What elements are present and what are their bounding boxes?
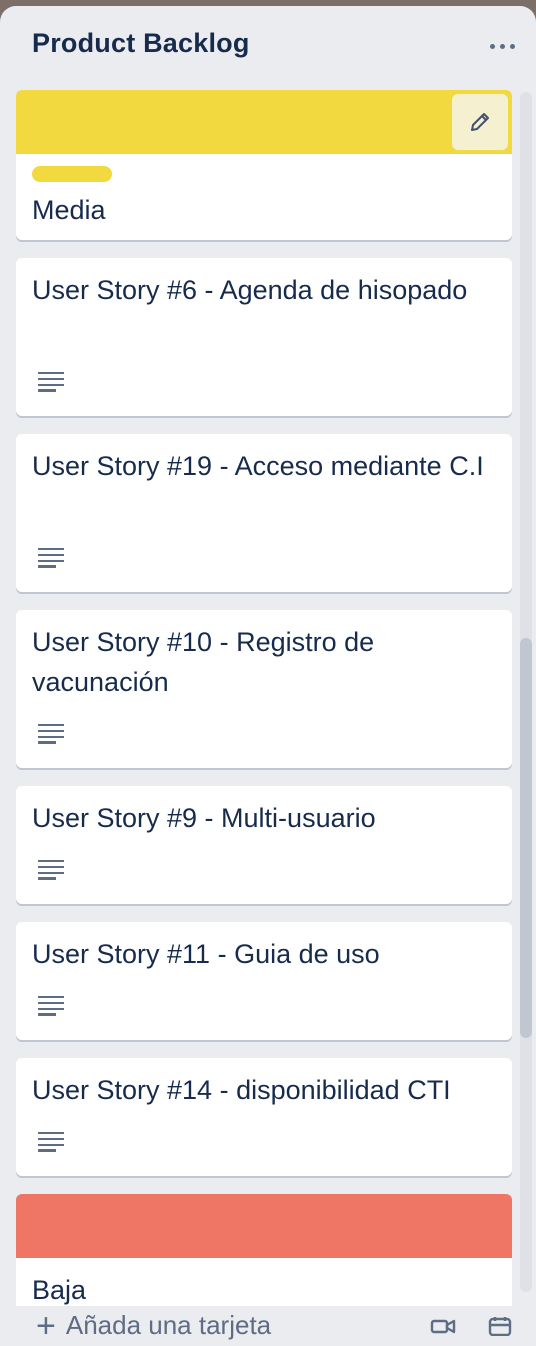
pencil-icon bbox=[471, 113, 489, 131]
card-title: User Story #6 - Agenda de hisopado bbox=[32, 275, 468, 305]
card-user-story-6[interactable]: User Story #6 - Agenda de hisopado bbox=[16, 258, 512, 416]
card-user-story-14[interactable]: User Story #14 - disponibilidad CTI bbox=[16, 1058, 512, 1176]
card-user-story-19[interactable]: User Story #19 - Acceso mediante C.I bbox=[16, 434, 512, 592]
description-icon bbox=[38, 860, 64, 880]
add-card-label: Añada una tarjeta bbox=[65, 1310, 272, 1340]
description-icon bbox=[38, 548, 64, 568]
card-title: User Story #10 - Registro de vacunación bbox=[32, 627, 375, 697]
card-template-icon[interactable] bbox=[487, 1316, 513, 1336]
card-list: Media User Story #6 - Agenda de hisopado… bbox=[0, 6, 536, 1334]
description-icon bbox=[38, 724, 64, 744]
card-user-story-9[interactable]: User Story #9 - Multi-usuario bbox=[16, 786, 512, 904]
card-title: User Story #19 - Acceso mediante C.I bbox=[32, 451, 484, 481]
card-media[interactable]: Media bbox=[16, 90, 512, 240]
card-title: Baja bbox=[32, 1275, 87, 1305]
card-title: Media bbox=[32, 195, 106, 225]
plus-icon: + bbox=[36, 1306, 56, 1345]
card-cover bbox=[16, 1194, 512, 1258]
description-icon bbox=[38, 996, 64, 1016]
card-label[interactable] bbox=[32, 166, 112, 182]
card-user-story-10[interactable]: User Story #10 - Registro de vacunación bbox=[16, 610, 512, 768]
card-title: User Story #9 - Multi-usuario bbox=[32, 803, 376, 833]
card-title: User Story #14 - disponibilidad CTI bbox=[32, 1075, 451, 1105]
add-card-button[interactable]: + Añada una tarjeta bbox=[36, 1306, 272, 1345]
description-icon bbox=[38, 1132, 64, 1152]
edit-card-button[interactable] bbox=[452, 94, 508, 150]
scrollbar-thumb[interactable] bbox=[520, 638, 532, 1038]
description-icon bbox=[38, 372, 64, 392]
list-footer: + Añada una tarjeta bbox=[0, 1306, 536, 1346]
video-icon[interactable] bbox=[430, 1316, 456, 1336]
product-backlog-list: Product Backlog Media User Story #6 - Ag… bbox=[0, 6, 536, 1346]
card-user-story-11[interactable]: User Story #11 - Guia de uso bbox=[16, 922, 512, 1040]
card-title: User Story #11 - Guia de uso bbox=[32, 939, 380, 969]
card-cover bbox=[16, 90, 512, 154]
